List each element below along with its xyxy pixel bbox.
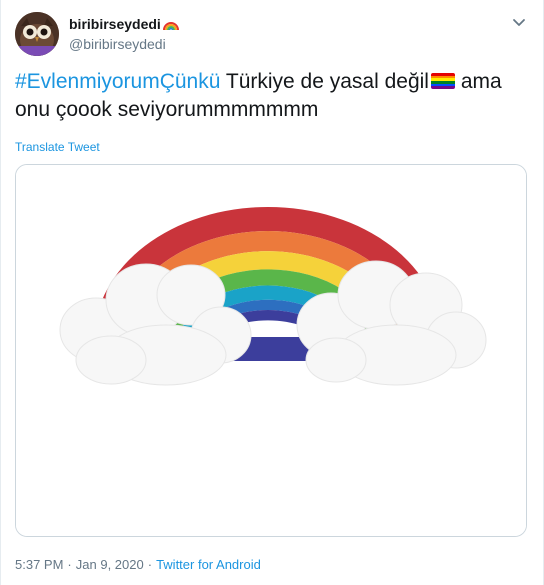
user-handle[interactable]: @biribirseydedi — [69, 36, 166, 52]
tweet-source-link[interactable]: Twitter for Android — [156, 557, 261, 572]
tweet-date[interactable]: Jan 9, 2020 — [76, 557, 144, 572]
tweet-text-line2: onu çoook seviyorummmmmmm — [15, 98, 319, 121]
tweet-meta: 5:37 PM · Jan 9, 2020 · Twitter for Andr… — [15, 557, 261, 572]
chevron-down-icon[interactable] — [511, 14, 527, 30]
hashtag-link[interactable]: #EvlenmiyorumÇünkü — [15, 70, 220, 93]
tweet-time[interactable]: 5:37 PM — [15, 557, 63, 572]
tweet-card: biribirseydedi @biribirseydedi #Evlenmiy… — [0, 0, 544, 585]
translate-tweet-link[interactable]: Translate Tweet — [15, 140, 100, 154]
meta-separator: · — [67, 557, 72, 572]
meta-separator: · — [147, 557, 153, 572]
rainbow-flag-emoji — [430, 73, 455, 89]
rainbow-emoji — [162, 17, 179, 31]
user-name-row[interactable]: biribirseydedi — [69, 16, 179, 32]
display-name[interactable]: biribirseydedi — [69, 16, 161, 32]
tweet-text: #EvlenmiyorumÇünkü Türkiye de yasal deği… — [15, 68, 525, 124]
tweet-text-part1: Türkiye de yasal değil — [220, 70, 429, 93]
tweet-text-part2: ama — [454, 70, 502, 93]
owl-avatar[interactable] — [15, 12, 59, 56]
tweet-media-image[interactable] — [15, 164, 527, 537]
